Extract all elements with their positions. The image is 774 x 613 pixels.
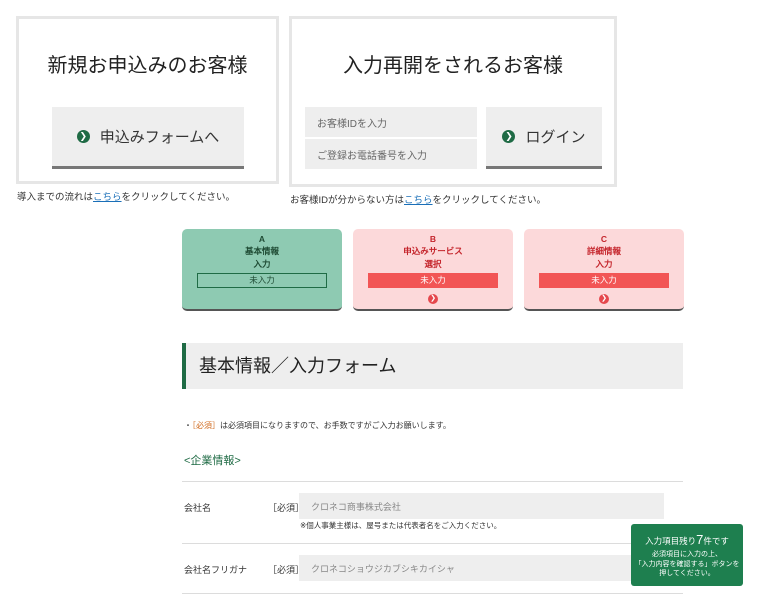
divider xyxy=(182,593,683,594)
company-name-input[interactable]: クロネコ商事株式会社 xyxy=(299,493,664,519)
application-form-button-label: 申込みフォームへ xyxy=(99,129,220,146)
step-service-selection[interactable]: B 申込みサービス 選択 未入力 ❯ xyxy=(353,229,513,311)
customer-id-help-link[interactable]: こちら xyxy=(404,195,433,206)
flow-link[interactable]: こちら xyxy=(93,192,122,203)
new-customer-title: 新規お申込みのお客様 xyxy=(47,55,248,77)
phone-number-input[interactable]: ご登録お電話番号を入力 xyxy=(305,139,477,169)
remaining-items-badge[interactable]: 入力項目残り7件です 必須項目に入力の上、 「入力内容を確認する」ボタンを 押し… xyxy=(631,524,743,586)
login-button[interactable]: ❯ ログイン xyxy=(486,107,602,169)
divider xyxy=(182,543,683,544)
step-status: 未入力 xyxy=(197,273,327,288)
step-status: 未入力 xyxy=(368,273,498,288)
company-name-kana-input[interactable]: クロネコショウジカブシキカイシャ xyxy=(299,555,631,581)
step-detail-info[interactable]: C 詳細情報 入力 未入力 ❯ xyxy=(524,229,684,311)
step-status: 未入力 xyxy=(539,273,669,288)
returning-customer-title: 入力再開をされるお客様 xyxy=(343,55,563,77)
divider xyxy=(182,481,683,482)
chevron-right-circle-icon: ❯ xyxy=(599,294,609,304)
login-button-label: ログイン xyxy=(525,129,586,146)
returning-customer-note: お客様IDが分からない方はこちらをクリックしてください。 xyxy=(290,195,546,206)
step-basic-info[interactable]: A 基本情報 入力 未入力 xyxy=(182,229,342,311)
new-customer-panel: 新規お申込みのお客様 ❯ 申込みフォームへ xyxy=(16,16,279,184)
customer-id-input[interactable]: お客様IDを入力 xyxy=(305,107,477,137)
company-name-label: 会社名 xyxy=(184,503,212,513)
chevron-right-circle-icon: ❯ xyxy=(502,130,516,143)
chevron-right-circle-icon: ❯ xyxy=(76,130,90,143)
chevron-right-circle-icon: ❯ xyxy=(428,294,438,304)
company-info-group-label: <企業情報> xyxy=(184,455,241,467)
company-name-hint: ※個人事業主様は、屋号または代表者名をご入力ください。 xyxy=(300,521,502,530)
required-notice: ・［必須］は必須項目になりますので、お手数ですがご入力お願いします。 xyxy=(184,421,451,430)
returning-customer-panel: 入力再開をされるお客様 お客様IDを入力 ご登録お電話番号を入力 ❯ ログイン xyxy=(289,16,617,187)
section-title: 基本情報／入力フォーム xyxy=(182,343,683,389)
application-form-button[interactable]: ❯ 申込みフォームへ xyxy=(52,107,244,169)
new-customer-note: 導入までの流れはこちらをクリックしてください。 xyxy=(17,192,235,203)
company-name-kana-label: 会社名フリガナ xyxy=(184,565,248,575)
